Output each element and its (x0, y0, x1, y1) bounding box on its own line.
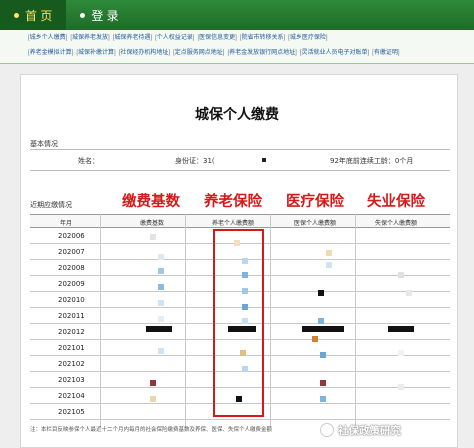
column-header: 养老个人缴费额 (212, 220, 255, 227)
annotation-pension: 养老保险 (204, 194, 262, 210)
redacted-value (318, 318, 324, 324)
column-header: 缴费基数 (140, 220, 165, 227)
menu-link[interactable]: 个人权益记录 (155, 33, 194, 43)
nav-login-label: 登 录 (91, 8, 119, 23)
basic-info-row: 姓名： 身份证：31( 92年底前连续工龄：0个月 (30, 154, 450, 168)
nav-login[interactable]: 登 录 (66, 0, 132, 30)
row-month: 202010 (58, 296, 85, 304)
annotation-base: 缴费基数 (122, 194, 180, 210)
watermark: 社保政策研究 (320, 418, 470, 442)
row-month: 202103 (58, 376, 85, 384)
page-title: 城保个人缴费 (195, 107, 279, 123)
redacted-value (158, 300, 164, 306)
menu-link[interactable]: 养老金模拟计算 (28, 48, 73, 58)
row-month: 202007 (58, 248, 85, 256)
redaction-bar (388, 326, 414, 332)
row-month: 202012 (58, 328, 85, 336)
divider (30, 149, 450, 150)
redacted-value (398, 384, 404, 390)
redaction-mark (262, 158, 266, 162)
menu-link[interactable]: 城乡医疗保险 (288, 33, 327, 43)
recent-info-label: 近期应缴情况 (30, 201, 72, 209)
years-label: 92年底前连续工龄：0个月 (330, 157, 414, 165)
pension-column-highlight (213, 229, 264, 417)
redacted-value (150, 396, 156, 402)
menu-link[interactable]: 有缴证明 (372, 48, 399, 58)
menu-link[interactable]: 城保补缴计算 (76, 48, 115, 58)
menu-link[interactable]: 城保养老待遇 (113, 33, 152, 43)
watermark-text: 社保政策研究 (338, 424, 401, 437)
redacted-value (320, 396, 326, 402)
menu-link[interactable]: 灵活就业人员电子对账单 (300, 48, 369, 58)
bullet-icon (14, 12, 19, 18)
menu-link[interactable]: 城保养老发放 (70, 33, 109, 43)
column-header: 失保个人缴费额 (375, 220, 418, 227)
redaction-bar (146, 326, 172, 332)
redacted-value (320, 380, 326, 386)
row-month: 202006 (58, 232, 85, 240)
menu-link[interactable]: 养老金发放银行网点地址 (227, 48, 296, 58)
redaction-bar (302, 326, 344, 332)
redacted-value (150, 234, 156, 240)
annotation-medical: 医疗保险 (286, 194, 344, 210)
redacted-value (312, 336, 318, 342)
id-label: 身份证：31( (175, 157, 215, 165)
divider (30, 170, 450, 171)
redacted-value (326, 250, 332, 256)
footer-note: 注：本栏目反映参保个人最近十二个月内每月的社会保险缴费基数及养保、医保、失保个人… (30, 427, 273, 433)
redacted-value (158, 254, 164, 260)
redacted-value (150, 380, 156, 386)
menu-row-1: 城乡个人缴费 城保养老发放 城保养老待遇 个人权益记录 医保信息变更 院省市转移… (28, 33, 454, 43)
bullet-icon (80, 12, 86, 18)
wechat-icon (320, 423, 334, 437)
menu-link[interactable]: 医保信息变更 (197, 33, 236, 43)
redacted-value (326, 262, 332, 268)
basic-info-label: 基本情况 (30, 140, 58, 148)
menu-link[interactable]: 社保经办机构地址 (119, 48, 170, 58)
top-nav-bar: 首 页 登 录 (0, 0, 474, 30)
redacted-value (158, 348, 164, 354)
menu-row-2: 养老金模拟计算 城保补缴计算 社保经办机构地址 定点服务网点地址 养老金发放银行… (28, 48, 454, 58)
annotation-unemployment: 失业保险 (367, 194, 425, 210)
row-month: 202009 (58, 280, 85, 288)
menu-link[interactable]: 院省市转移关系 (240, 33, 285, 43)
redacted-value (158, 284, 164, 290)
redacted-value (398, 350, 404, 356)
row-month: 202104 (58, 392, 85, 400)
row-month: 202105 (58, 408, 85, 416)
nav-home-label: 首 页 (25, 8, 53, 23)
row-month: 202011 (58, 312, 85, 320)
row-month: 202102 (58, 360, 85, 368)
row-month: 202008 (58, 264, 85, 272)
redacted-value (318, 290, 324, 296)
column-header: 年月 (60, 220, 73, 227)
table-header: 年月 缴费基数 养老个人缴费额 医保个人缴费额 失保个人缴费额 (30, 214, 450, 228)
service-menu: 城乡个人缴费 城保养老发放 城保养老待遇 个人权益记录 医保信息变更 院省市转移… (0, 30, 474, 64)
redacted-value (406, 290, 412, 296)
nav-home[interactable]: 首 页 (0, 0, 67, 30)
column-header: 医保个人缴费额 (294, 220, 337, 227)
menu-link[interactable]: 定点服务网点地址 (173, 48, 224, 58)
row-month: 202101 (58, 344, 85, 352)
menu-link[interactable]: 城乡个人缴费 (28, 33, 67, 43)
redacted-value (398, 272, 404, 278)
name-label: 姓名： (78, 157, 99, 165)
redacted-value (320, 352, 326, 358)
redacted-value (158, 268, 164, 274)
redacted-value (158, 316, 164, 322)
